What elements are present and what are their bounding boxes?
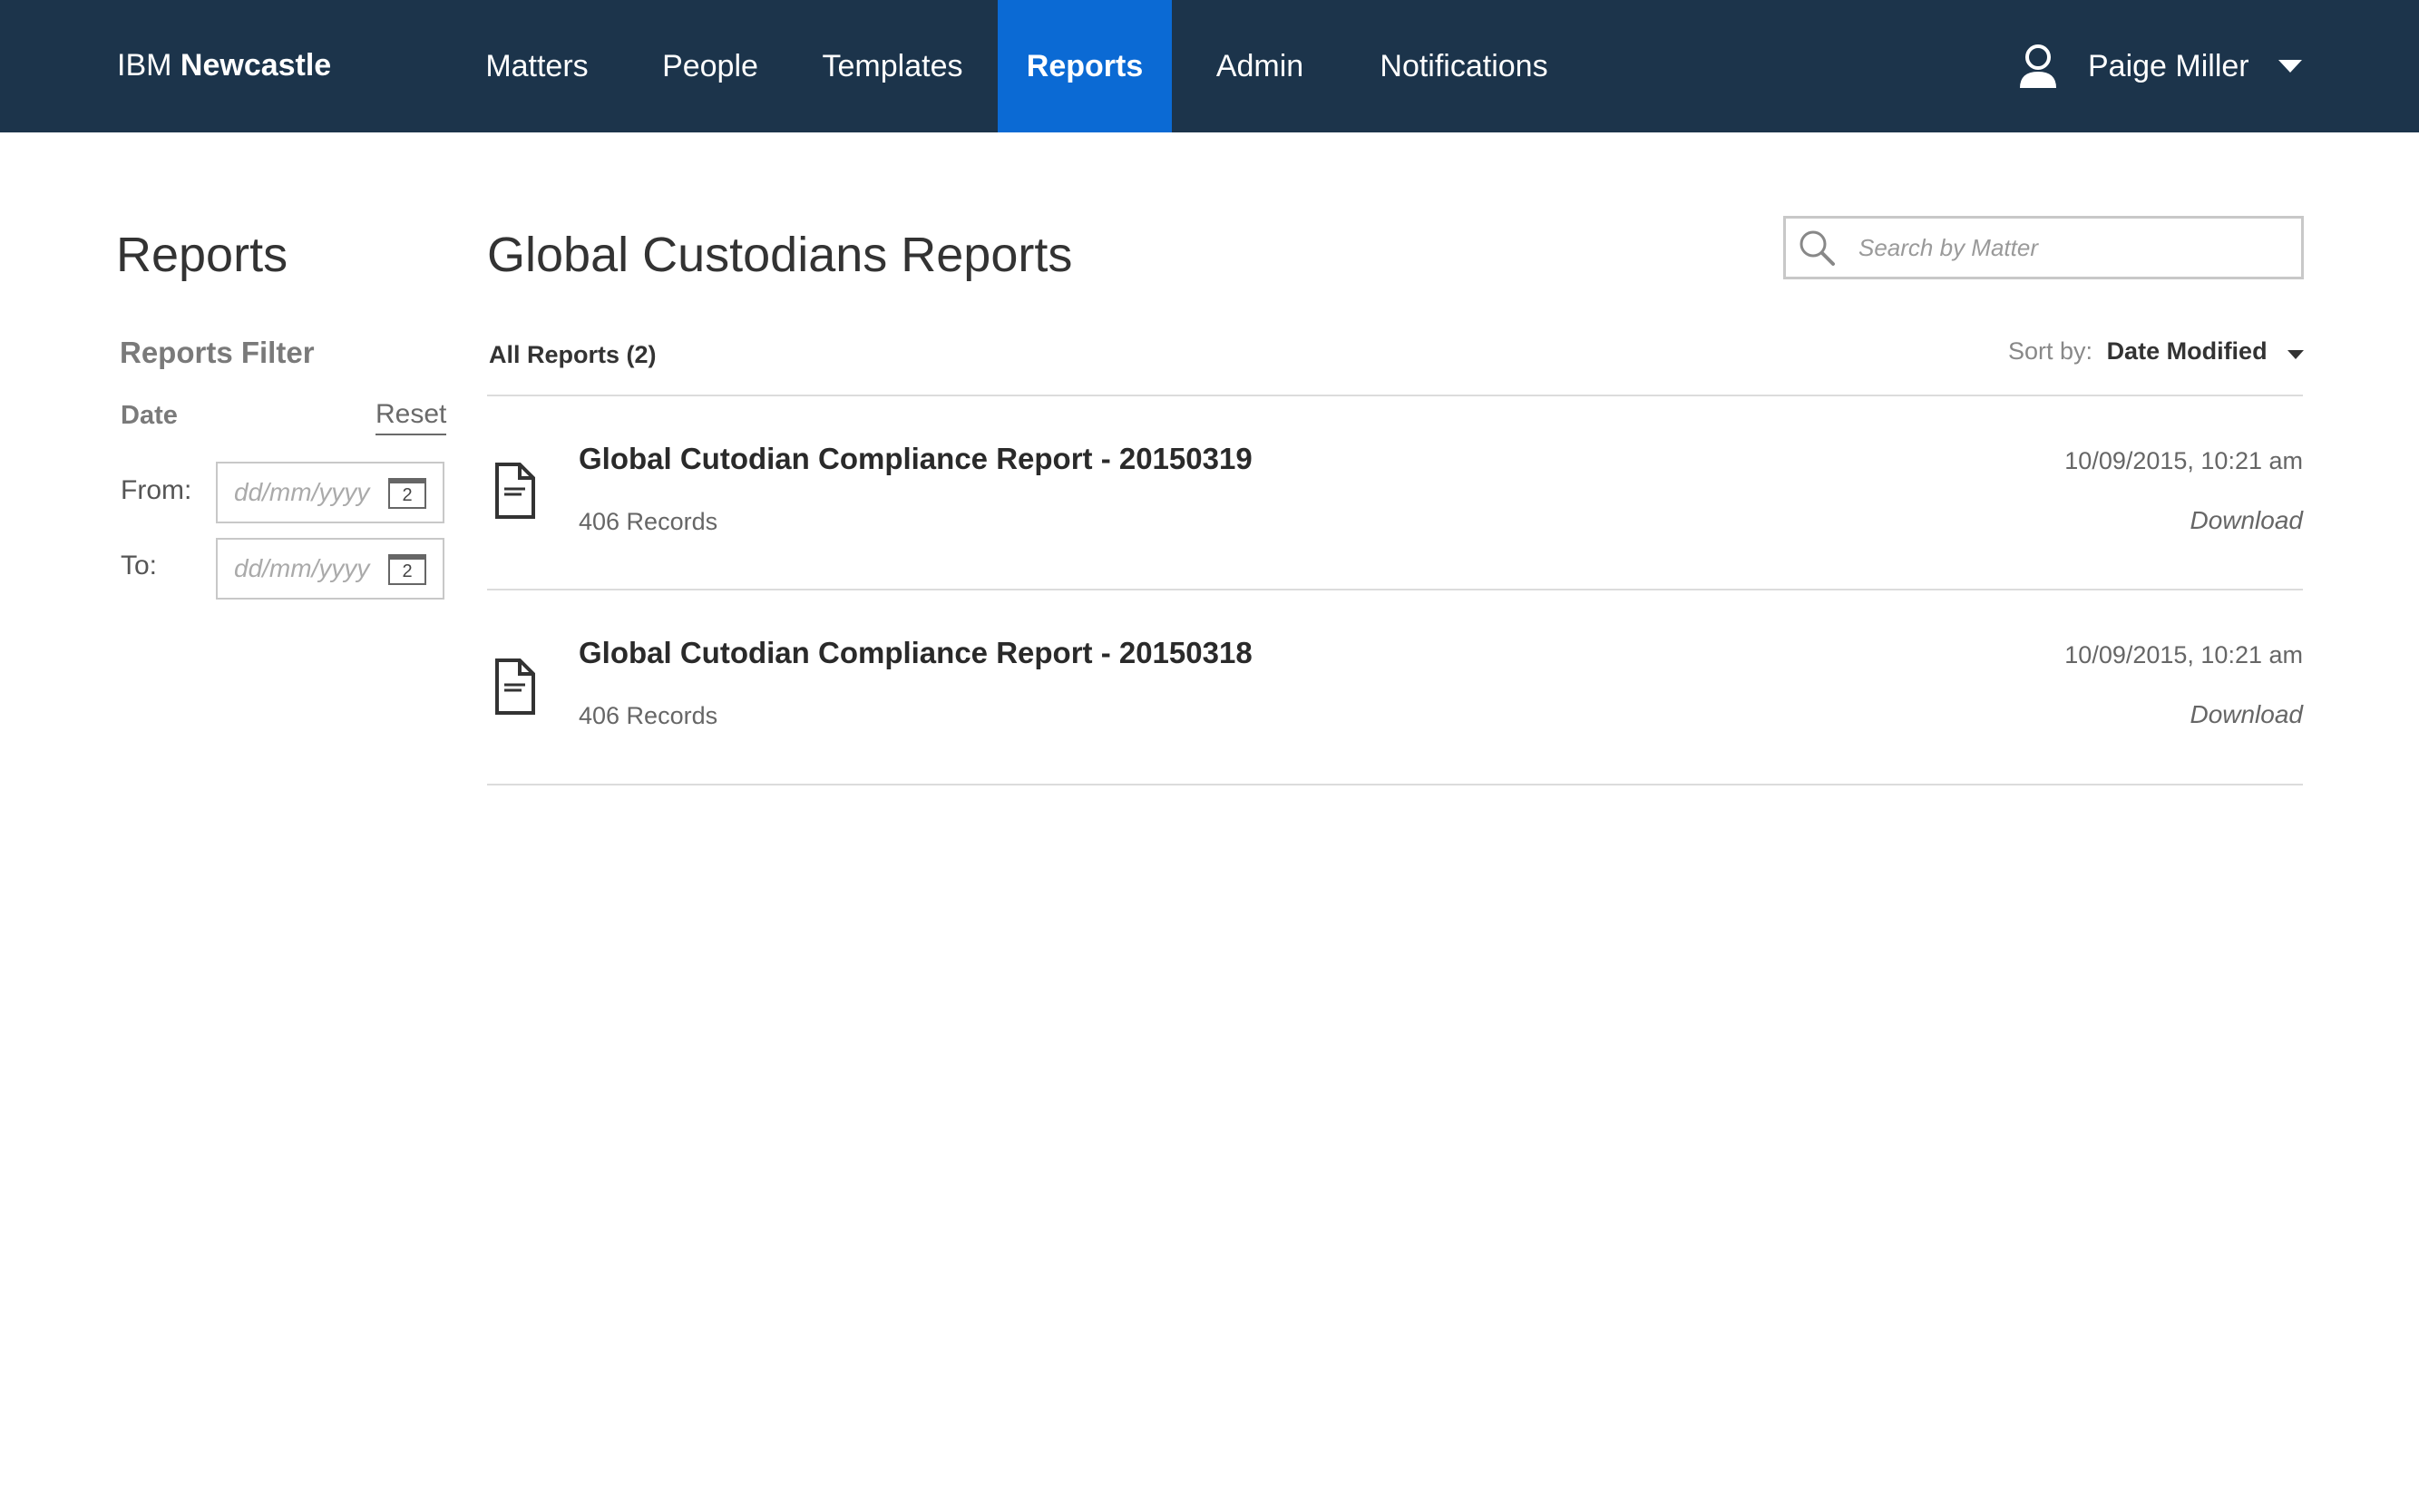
date-filter-label: Date: [121, 401, 178, 430]
reset-filter-link[interactable]: Reset: [376, 399, 447, 435]
sidebar-title: Reports: [116, 228, 288, 282]
brand-prefix: IBM: [117, 48, 172, 83]
nav-templates[interactable]: Templates: [802, 0, 983, 132]
user-menu[interactable]: Paige Miller: [2017, 0, 2307, 132]
divider: [487, 784, 2303, 785]
page-title: Global Custodians Reports: [487, 228, 1073, 282]
sort-value: Date Modified: [2106, 337, 2268, 365]
user-icon: [2017, 43, 2059, 90]
report-records: 406 Records: [579, 508, 718, 535]
search-box[interactable]: [1783, 216, 2304, 279]
top-navigation-bar: IBM Newcastle Matters People Templates R…: [0, 0, 2419, 132]
nav-reports[interactable]: Reports: [998, 0, 1172, 132]
nav-admin[interactable]: Admin: [1195, 0, 1324, 132]
download-link[interactable]: Download: [2190, 700, 2303, 729]
from-date-field[interactable]: dd/mm/yyyy 2: [216, 462, 444, 523]
report-records: 406 Records: [579, 702, 718, 729]
calendar-icon[interactable]: 2: [388, 478, 426, 509]
filter-title: Reports Filter: [120, 336, 315, 369]
report-title-link[interactable]: Global Cutodian Compliance Report - 2015…: [579, 442, 1253, 476]
nav-matters[interactable]: Matters: [458, 0, 616, 132]
document-icon: [494, 658, 536, 716]
brand-name: Newcastle: [180, 48, 332, 83]
report-row: Global Cutodian Compliance Report - 2015…: [487, 590, 2303, 783]
nav-notifications[interactable]: Notifications: [1364, 0, 1564, 132]
user-name: Paige Miller: [2088, 48, 2249, 83]
search-input[interactable]: [1858, 226, 2285, 269]
brand-logo[interactable]: IBM Newcastle: [117, 45, 331, 85]
sort-label: Sort by:: [2008, 337, 2093, 365]
nav-people[interactable]: People: [642, 0, 778, 132]
report-title-link[interactable]: Global Cutodian Compliance Report - 2015…: [579, 636, 1253, 670]
report-date: 10/09/2015, 10:21 am: [2064, 641, 2303, 668]
chevron-down-icon: [2287, 350, 2304, 359]
download-link[interactable]: Download: [2190, 506, 2303, 535]
sort-dropdown[interactable]: Sort by: Date Modified: [2008, 337, 2307, 374]
search-icon[interactable]: [1797, 228, 1839, 269]
from-label: From:: [121, 475, 192, 505]
to-label: To:: [121, 551, 158, 580]
all-reports-count: All Reports (2): [489, 341, 657, 368]
report-date: 10/09/2015, 10:21 am: [2064, 447, 2303, 474]
chevron-down-icon: [2278, 60, 2302, 73]
to-date-field[interactable]: dd/mm/yyyy 2: [216, 538, 444, 600]
document-icon: [494, 462, 536, 520]
calendar-icon[interactable]: 2: [388, 554, 426, 585]
report-row: Global Cutodian Compliance Report - 2015…: [487, 396, 2303, 589]
